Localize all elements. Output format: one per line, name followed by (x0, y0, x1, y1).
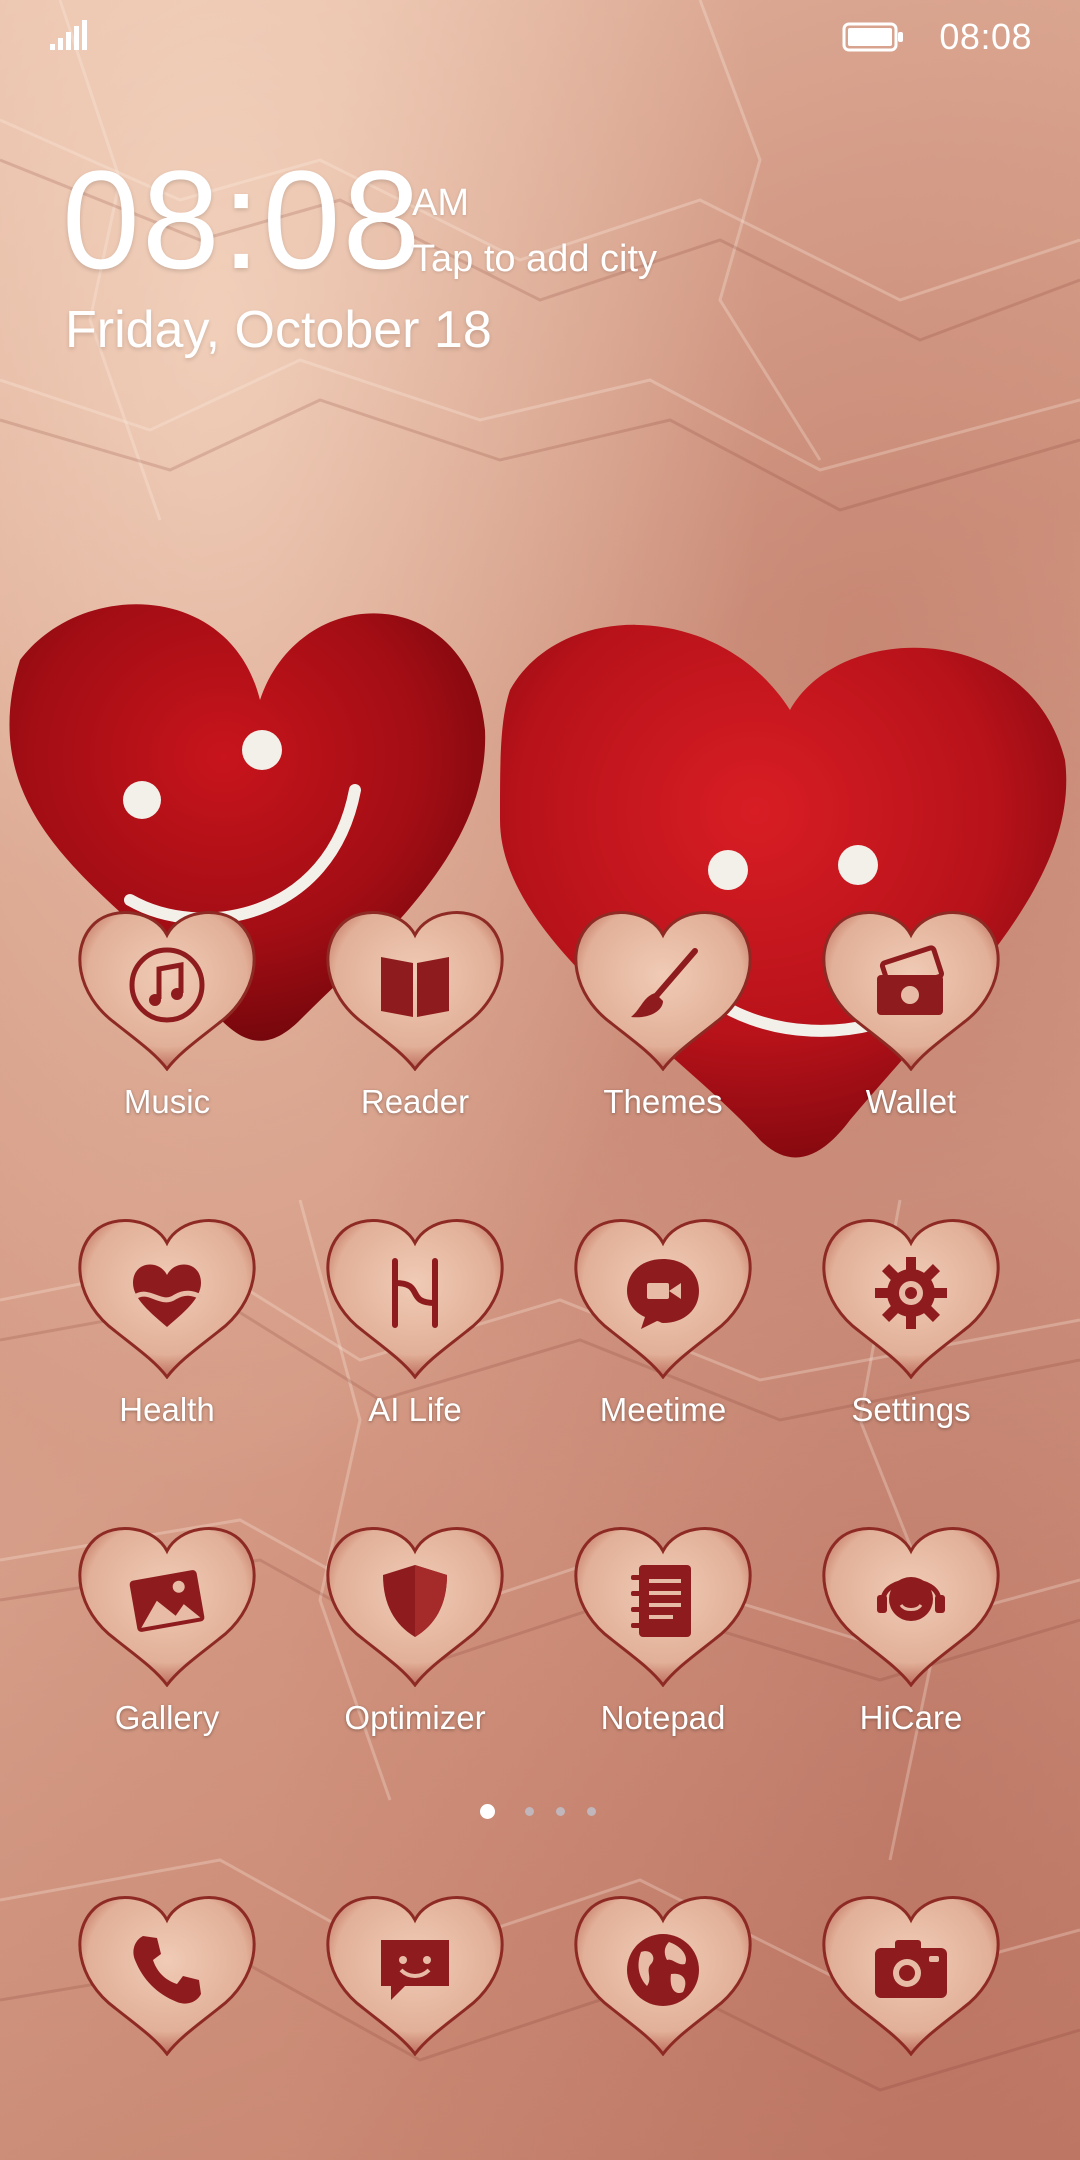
page-dot[interactable] (587, 1807, 596, 1816)
heart-pulse-icon (133, 1264, 203, 1327)
app-ai-life[interactable]: AI Life (305, 1213, 525, 1453)
paintbrush-icon (631, 948, 698, 1018)
app-hicare[interactable]: HiCare (801, 1521, 1021, 1761)
signal-icon (50, 20, 87, 50)
clock-time[interactable]: 08:08 (62, 150, 422, 290)
app-gallery[interactable]: Gallery (57, 1521, 277, 1761)
image-icon (129, 1570, 205, 1632)
app-themes[interactable]: Themes (553, 905, 773, 1145)
camera-icon (875, 1940, 947, 1998)
add-city-link[interactable]: Tap to add city (412, 238, 657, 281)
app-label: Wallet (865, 1083, 957, 1120)
wallet-icon (877, 945, 944, 1015)
app-label: Meetime (599, 1391, 727, 1428)
clock-widget[interactable]: 08:08 AM Tap to add city Friday, October… (62, 150, 862, 370)
app-music[interactable]: Music (57, 905, 277, 1145)
app-meetime[interactable]: Meetime (553, 1213, 773, 1453)
battery-icon (842, 22, 903, 52)
gear-icon (875, 1257, 947, 1329)
page-dot[interactable] (525, 1807, 534, 1816)
status-bar: 08:08 (0, 0, 1080, 72)
dock-browser[interactable] (553, 1890, 773, 2070)
phone-icon (133, 1936, 201, 2004)
headset-icon (877, 1577, 945, 1621)
page-dot-active[interactable] (480, 1804, 495, 1819)
message-icon (381, 1940, 449, 2000)
app-wallet[interactable]: Wallet (801, 905, 1021, 1145)
app-settings[interactable]: Settings (801, 1213, 1021, 1453)
app-notepad[interactable]: Notepad (553, 1521, 773, 1761)
globe-icon (627, 1934, 699, 2006)
dock-camera[interactable] (801, 1890, 1021, 2070)
app-reader[interactable]: Reader (305, 905, 525, 1145)
page-indicator[interactable] (480, 1803, 600, 1823)
app-label: HiCare (859, 1699, 963, 1736)
app-label: Gallery (114, 1699, 220, 1736)
app-label: Optimizer (344, 1699, 486, 1736)
clock-ampm: AM (412, 182, 469, 224)
video-chat-icon (627, 1259, 699, 1329)
app-label: Health (119, 1391, 215, 1428)
shield-icon (383, 1565, 447, 1637)
status-time: 08:08 (939, 16, 1032, 57)
ai-life-icon (392, 1258, 438, 1328)
notepad-icon (631, 1565, 691, 1637)
page-dot[interactable] (556, 1807, 565, 1816)
dock-phone[interactable] (57, 1890, 277, 2070)
app-label: AI Life (368, 1391, 462, 1428)
app-health[interactable]: Health (57, 1213, 277, 1453)
app-label: Themes (603, 1083, 723, 1120)
app-label: Music (123, 1083, 211, 1120)
music-note-icon (129, 947, 205, 1023)
clock-date[interactable]: Friday, October 18 (65, 300, 492, 360)
dock-messages[interactable] (305, 1890, 525, 2070)
app-label: Notepad (600, 1699, 726, 1736)
book-icon (381, 957, 449, 1017)
app-optimizer[interactable]: Optimizer (305, 1521, 525, 1761)
app-label: Reader (360, 1083, 470, 1120)
app-label: Settings (851, 1391, 971, 1428)
home-screen: 08:08 08:08 AM Tap to add city Friday, O… (0, 0, 1080, 2160)
